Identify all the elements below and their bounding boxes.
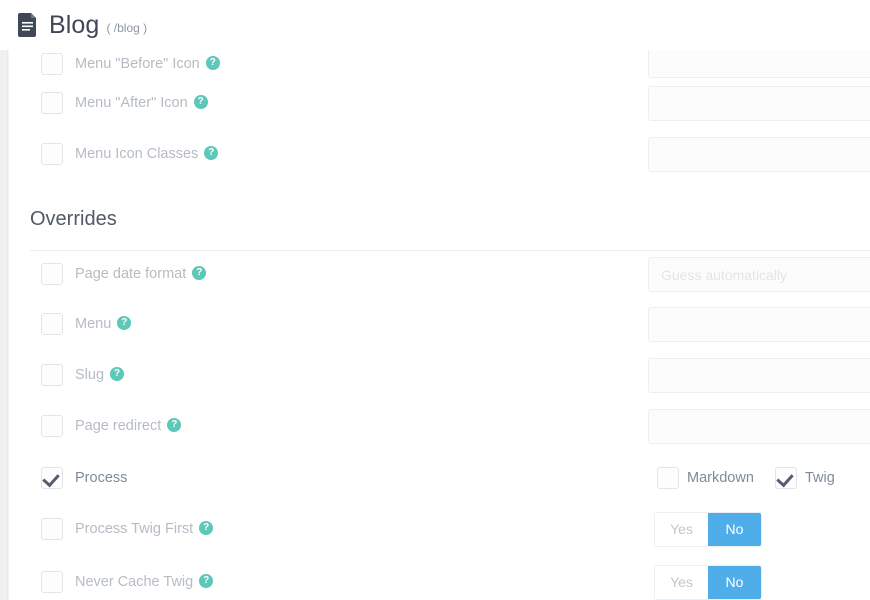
toggle-option-no[interactable]: No [708,513,761,546]
form-row-page-redirect: Page redirect? [9,401,870,453]
text-input-page-redirect[interactable] [648,409,870,444]
form-row-menu-before-icon: Menu "Before" Icon? [9,50,870,78]
field-label-text: Menu [75,316,112,332]
section-title: Overrides [30,208,117,230]
field-label-text: Page date format [75,266,187,282]
process-option-label-markdown: Markdown [687,470,754,486]
field-label: Menu "Before" Icon? [75,53,220,75]
process-option-label-twig: Twig [805,470,835,486]
form-row-process: Process Markdown Twig [9,453,870,504]
text-input-menu-icon-classes[interactable] [648,137,870,172]
field-label: Menu? [75,313,132,335]
form-row-never-cache-twig: Never Cache Twig? Yes No [9,557,870,600]
field-label-text: Menu "After" Icon [75,95,188,111]
field-label: Menu "After" Icon? [75,92,208,114]
field-label-text: Slug [75,367,105,383]
process-option-checkbox-markdown[interactable] [657,467,679,489]
form-panel: Menu "Before" Icon? Menu "After" Icon? M… [9,50,870,600]
help-icon[interactable]: ? [167,418,182,433]
form-row-page-date-format: Page date format? [9,251,870,301]
field-label-text: Menu "Before" Icon [75,56,200,72]
help-icon[interactable]: ? [204,146,219,161]
field-label: Slug? [75,364,125,386]
help-icon[interactable]: ? [205,56,220,71]
field-label: Menu Icon Classes? [75,143,219,165]
process-option-checkbox-twig[interactable] [775,467,797,489]
help-icon[interactable]: ? [110,367,125,382]
enable-checkbox-menu[interactable] [41,313,63,335]
page-root: Blog ( /blog ) Menu "Before" Icon? Menu … [0,0,870,600]
help-icon[interactable]: ? [193,95,208,110]
page-header: Blog ( /blog ) [0,0,870,50]
enable-checkbox-slug[interactable] [41,364,63,386]
help-icon[interactable]: ? [117,316,132,331]
field-label-text: Process Twig First [75,521,194,537]
form-row-slug: Slug? [9,351,870,401]
enable-checkbox-page-redirect[interactable] [41,415,63,437]
toggle-process-twig-first[interactable]: Yes No [654,512,762,547]
toggle-option-yes[interactable]: Yes [655,513,708,546]
file-document-icon [18,13,36,37]
text-input-slug[interactable] [648,358,870,393]
text-input-menu[interactable] [648,307,870,342]
form-row-menu-after-icon: Menu "After" Icon? [9,78,870,129]
text-input-menu-before-icon[interactable] [648,50,870,78]
help-icon[interactable]: ? [199,521,214,536]
field-label: Process Twig First? [75,518,214,540]
field-label-text: Process [75,470,128,486]
help-icon[interactable]: ? [199,574,214,589]
form-row-menu-icon-classes: Menu Icon Classes? [9,129,870,180]
text-input-page-date-format[interactable] [648,257,870,292]
field-label: Process [75,467,127,489]
left-gutter [0,50,8,600]
toggle-never-cache-twig[interactable]: Yes No [654,565,762,600]
field-label-text: Menu Icon Classes [75,146,199,162]
enable-checkbox-menu-after-icon[interactable] [41,92,63,114]
enable-checkbox-menu-icon-classes[interactable] [41,143,63,165]
enable-checkbox-never-cache-twig[interactable] [41,571,63,593]
help-icon[interactable]: ? [192,266,207,281]
toggle-option-no[interactable]: No [708,566,761,599]
field-label-text: Page redirect [75,418,162,434]
section-overrides: Overrides [9,197,870,251]
page-title: Blog [49,10,100,39]
field-label: Page redirect? [75,415,182,437]
field-label: Page date format? [75,263,207,285]
enable-checkbox-process-twig-first[interactable] [41,518,63,540]
text-input-menu-after-icon[interactable] [648,86,870,121]
form-scroll-area[interactable]: Menu "Before" Icon? Menu "After" Icon? M… [0,50,870,600]
form-row-process-twig-first: Process Twig First? Yes No [9,504,870,557]
enable-checkbox-process[interactable] [41,467,63,489]
field-label: Never Cache Twig? [75,571,214,593]
enable-checkbox-page-date-format[interactable] [41,263,63,285]
toggle-option-yes[interactable]: Yes [655,566,708,599]
page-route: ( /blog ) [106,21,148,35]
form-row-menu: Menu? [9,301,870,351]
enable-checkbox-menu-before-icon[interactable] [41,53,63,75]
field-label-text: Never Cache Twig [75,574,194,590]
